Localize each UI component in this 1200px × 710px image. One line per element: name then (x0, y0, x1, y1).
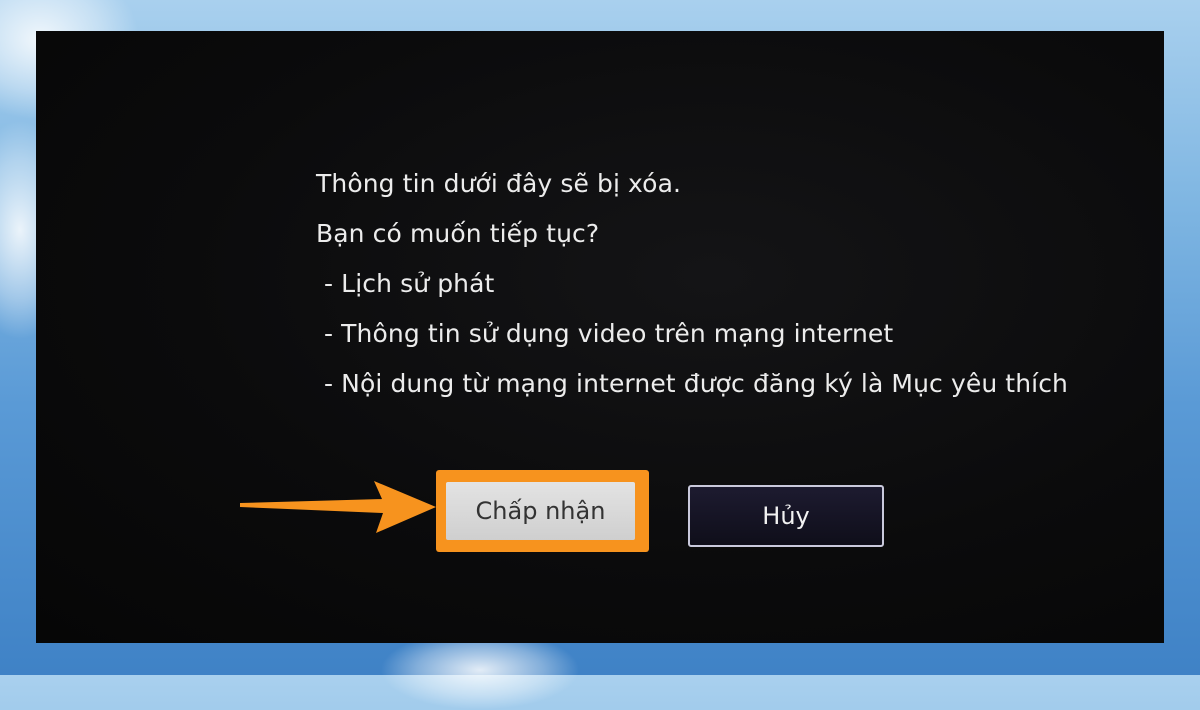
tv-screen: Thông tin dưới đây sẽ bị xóa. Bạn có muố… (36, 31, 1164, 643)
list-item: - Nội dung từ mạng internet được đăng ký… (324, 369, 1068, 398)
arrow-right-icon (240, 481, 436, 533)
accept-button-highlight: Chấp nhận (436, 470, 649, 552)
accept-button[interactable]: Chấp nhận (446, 482, 635, 540)
dialog-message: Thông tin dưới đây sẽ bị xóa. Bạn có muố… (316, 159, 1068, 409)
dialog-question-text: Bạn có muốn tiếp tục? (316, 219, 600, 248)
list-item: - Thông tin sử dụng video trên mạng inte… (324, 319, 894, 348)
list-item: - Lịch sử phát (324, 269, 495, 298)
dialog-warning-text: Thông tin dưới đây sẽ bị xóa. (316, 169, 682, 198)
cancel-button[interactable]: Hủy (688, 485, 884, 547)
